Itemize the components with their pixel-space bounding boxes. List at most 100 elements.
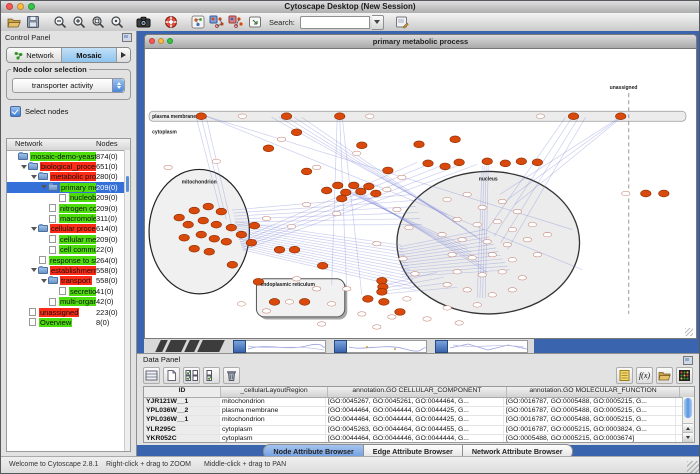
- expander-icon[interactable]: [29, 227, 38, 231]
- tree-scrollbar[interactable]: [124, 150, 130, 451]
- network-node-selected[interactable]: [179, 234, 189, 241]
- network-node-selected[interactable]: [189, 207, 199, 214]
- network-node[interactable]: [438, 232, 446, 236]
- network-node[interactable]: [463, 192, 471, 196]
- network-node-selected[interactable]: [363, 295, 373, 302]
- network-node[interactable]: [533, 253, 541, 257]
- network-node-selected[interactable]: [227, 261, 237, 268]
- network-node[interactable]: [383, 187, 391, 191]
- table-scrollbar-thumb[interactable]: [684, 398, 692, 418]
- network-node-selected[interactable]: [423, 160, 433, 167]
- network-node-selected[interactable]: [454, 159, 464, 166]
- table-row[interactable]: YLR295Ccytoplasm[GO:0045263, GO:0044464,…: [144, 426, 694, 435]
- minimize-button[interactable]: [17, 3, 24, 10]
- network-node[interactable]: [508, 258, 516, 262]
- network-node[interactable]: [262, 309, 270, 313]
- network-node[interactable]: [292, 277, 300, 281]
- network-node[interactable]: [164, 165, 172, 169]
- network-node-selected[interactable]: [337, 195, 347, 202]
- network-node-selected[interactable]: [174, 214, 184, 221]
- tree-row[interactable]: cellular process614(0): [7, 224, 130, 234]
- table-row[interactable]: YKR052Ccytoplasm[GO:0044464, GO:0044446,…: [144, 435, 694, 443]
- create-attribute-icon[interactable]: [163, 367, 180, 384]
- network-node-selected[interactable]: [189, 245, 199, 252]
- network-node[interactable]: [212, 159, 220, 163]
- zoom-in-icon[interactable]: [70, 14, 87, 30]
- tree-row[interactable]: Overview8(0): [7, 317, 130, 327]
- tree-row[interactable]: response to stimulu264(0): [7, 255, 130, 265]
- function-builder-icon[interactable]: f(x): [636, 367, 653, 384]
- network-node-selected[interactable]: [450, 136, 460, 143]
- zoom-fit-icon[interactable]: [108, 14, 125, 30]
- minimized-window-3[interactable]: [435, 340, 528, 353]
- network-close-button[interactable]: [149, 38, 155, 44]
- network-canvas[interactable]: plasma membranecytoplasmmitochondrionnuc…: [145, 49, 694, 337]
- network-node[interactable]: [498, 199, 506, 203]
- network-node-selected[interactable]: [281, 113, 291, 120]
- network-node[interactable]: [508, 227, 516, 231]
- network-view-window[interactable]: primary metabolic process plasma membran…: [144, 34, 697, 339]
- network-node-selected[interactable]: [641, 190, 651, 197]
- network-node-selected[interactable]: [291, 129, 301, 136]
- network-node-selected[interactable]: [364, 183, 374, 190]
- search-input[interactable]: [300, 16, 370, 29]
- network-node[interactable]: [353, 151, 361, 155]
- network-node-selected[interactable]: [440, 163, 450, 170]
- tree-row[interactable]: metabolic process280(0): [7, 172, 130, 182]
- network-node[interactable]: [366, 114, 374, 118]
- network-node-selected[interactable]: [321, 187, 331, 194]
- network-node[interactable]: [332, 211, 340, 215]
- network-node-selected[interactable]: [209, 235, 219, 242]
- tab-mosaic[interactable]: Mosaic: [62, 48, 117, 62]
- network-node-selected[interactable]: [274, 246, 284, 253]
- tree-row[interactable]: primary metabolic209(0): [7, 182, 130, 192]
- network-node[interactable]: [343, 287, 351, 291]
- search-config-icon[interactable]: [394, 14, 411, 30]
- network-node[interactable]: [508, 288, 516, 292]
- network-node[interactable]: [518, 276, 526, 280]
- network-node-selected[interactable]: [516, 158, 526, 165]
- table-row[interactable]: YPL036W__1mitochondrion[GO:0044464, GO:0…: [144, 416, 694, 425]
- network-node[interactable]: [443, 283, 451, 287]
- network-node-selected[interactable]: [299, 298, 309, 305]
- network-node[interactable]: [262, 216, 270, 220]
- network-node[interactable]: [503, 242, 511, 246]
- network-node[interactable]: [237, 302, 245, 306]
- network-node[interactable]: [393, 207, 401, 211]
- network-node-selected[interactable]: [356, 188, 366, 195]
- network-node-selected[interactable]: [289, 246, 299, 253]
- network-node[interactable]: [622, 191, 630, 195]
- zoom-button[interactable]: [28, 3, 35, 10]
- network-node[interactable]: [405, 225, 413, 229]
- network-node-selected[interactable]: [414, 141, 424, 148]
- expander-icon[interactable]: [39, 185, 48, 189]
- network-node[interactable]: [317, 322, 325, 326]
- network-node[interactable]: [448, 253, 456, 257]
- table-row[interactable]: YPL036W__2plasma membrane[GO:0044464, GO…: [144, 407, 694, 416]
- network-node-selected[interactable]: [216, 208, 226, 215]
- vizmapper-nodes-icon[interactable]: [208, 14, 225, 30]
- network-window-titlebar[interactable]: primary metabolic process: [145, 35, 696, 49]
- expander-icon[interactable]: [29, 175, 38, 179]
- zoom-selected-icon[interactable]: [89, 14, 106, 30]
- network-node[interactable]: [528, 222, 536, 226]
- annotation-icon[interactable]: [246, 14, 263, 30]
- network-node[interactable]: [358, 312, 366, 316]
- network-node[interactable]: [536, 114, 544, 118]
- graphics-details-icon[interactable]: [189, 14, 206, 30]
- network-node[interactable]: [399, 257, 407, 261]
- network-node[interactable]: [287, 224, 295, 228]
- network-node-selected[interactable]: [203, 203, 213, 210]
- network-node-selected[interactable]: [377, 288, 387, 295]
- open-session-icon[interactable]: [5, 14, 22, 30]
- network-node-selected[interactable]: [500, 160, 510, 167]
- network-node-selected[interactable]: [659, 190, 669, 197]
- network-node-selected[interactable]: [482, 158, 492, 165]
- tree-row[interactable]: nucleobase-co209(0): [7, 193, 130, 203]
- float-panel-icon[interactable]: [122, 33, 132, 42]
- network-node[interactable]: [463, 288, 471, 292]
- network-resize-grip[interactable]: [685, 328, 693, 336]
- attribute-table-icon[interactable]: [143, 367, 160, 384]
- network-node[interactable]: [458, 237, 466, 241]
- delete-attribute-icon[interactable]: [223, 367, 240, 384]
